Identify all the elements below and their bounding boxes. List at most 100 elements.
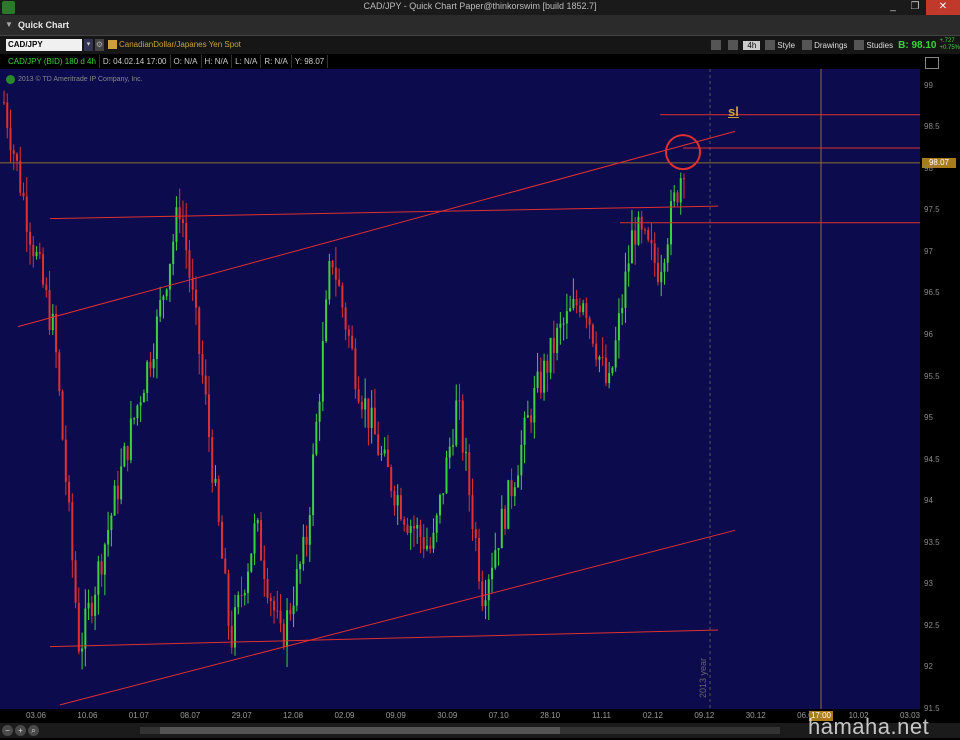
candle-body — [247, 571, 250, 593]
candle-body — [162, 296, 165, 301]
candle-body — [107, 529, 110, 545]
candle-body — [517, 475, 520, 488]
chart-canvas[interactable] — [0, 69, 920, 709]
candle-body — [136, 405, 139, 419]
candle-body — [380, 453, 383, 455]
candle-body — [660, 271, 663, 283]
candle-body — [416, 524, 419, 529]
time-tick-label: 11.11 — [592, 711, 611, 720]
candle-body — [360, 401, 363, 410]
time-tick-label: 03.06 — [25, 711, 47, 720]
candle-body — [188, 250, 191, 278]
collapse-arrow-icon[interactable]: ▼ — [5, 20, 13, 29]
symbol-settings-icon[interactable]: ⚙ — [95, 39, 104, 51]
candle-body — [575, 298, 578, 306]
candle-body — [543, 360, 546, 393]
candle-body — [129, 418, 132, 461]
candle-body — [312, 454, 315, 516]
symbol-input[interactable]: CAD/JPY — [6, 39, 82, 51]
studies-button[interactable]: Studies — [852, 40, 895, 50]
horizontal-scrollbar[interactable] — [140, 727, 780, 734]
candle-body — [491, 567, 494, 580]
scrollbar-thumb[interactable] — [160, 727, 560, 734]
price-tick-label: 97.5 — [924, 205, 940, 215]
currency-flag-icon — [108, 40, 117, 49]
candle-body — [377, 434, 380, 455]
candle-body — [185, 223, 188, 251]
timeframe-selector[interactable]: 4h — [743, 40, 761, 50]
candle-body — [194, 289, 197, 308]
candle-body — [471, 495, 474, 530]
candle-body — [6, 102, 9, 128]
symbol-description: CanadianDollar/Japanes Yen Spot — [119, 40, 241, 49]
candle-body — [35, 252, 38, 257]
price-axis[interactable]: 98.07 99 98.5 98 97.5 97 96.5 96 95.5 95 94.5 94 93… — [920, 69, 960, 713]
candle-body — [425, 545, 428, 550]
candle-body — [12, 150, 15, 154]
candle-body — [276, 610, 279, 612]
candle-body — [630, 230, 633, 264]
year-divider-label: 2013 year — [698, 657, 708, 698]
candle-body — [455, 400, 458, 446]
info-high: H: N/A — [202, 55, 233, 68]
candle-body — [68, 481, 71, 503]
candle-body — [152, 359, 155, 369]
close-button[interactable]: ✕ — [926, 0, 960, 15]
candle-body — [484, 600, 487, 607]
candle-body — [243, 592, 246, 596]
candle-body — [347, 329, 350, 336]
panel-header: ▼ Quick Chart — [0, 15, 960, 36]
candle-body — [526, 415, 529, 418]
candle-body — [442, 493, 445, 495]
candle-body — [266, 579, 269, 598]
trend-line — [59, 529, 736, 706]
style-button[interactable]: Style — [763, 40, 797, 50]
candle-body — [591, 324, 594, 344]
candle-body — [373, 407, 376, 435]
symbol-dropdown-icon[interactable]: ▾ — [84, 39, 93, 51]
candle-body — [608, 373, 611, 384]
candle-body — [364, 398, 367, 410]
candle-body — [679, 178, 682, 203]
candle-body — [351, 335, 354, 349]
candle-body — [149, 361, 152, 369]
candle-body — [578, 305, 581, 313]
zoom-out-button[interactable]: − — [2, 725, 13, 736]
candle-body — [211, 437, 214, 483]
minimize-button[interactable]: _ — [882, 0, 904, 15]
tda-logo-icon — [6, 75, 15, 84]
price-chart[interactable] — [0, 69, 920, 709]
candle-body — [500, 508, 503, 549]
candle-body — [611, 367, 614, 374]
time-tick-label: 30.09 — [437, 711, 458, 720]
maximize-button[interactable]: ❐ — [904, 0, 926, 15]
candle-body — [513, 487, 516, 497]
window-title: CAD/JPY - Quick Chart Paper@thinkorswim … — [363, 1, 597, 11]
candle-body — [318, 401, 321, 422]
candle-body — [113, 485, 116, 516]
candle-body — [624, 271, 627, 308]
candle-body — [71, 502, 74, 561]
candle-body — [110, 515, 113, 530]
price-tick-label: 95 — [924, 413, 933, 423]
window-titlebar: CAD/JPY - Quick Chart Paper@thinkorswim … — [0, 0, 960, 15]
candle-body — [123, 446, 126, 467]
drawings-button[interactable]: Drawings — [800, 40, 849, 50]
price-change: +.727 +0.75% — [939, 38, 960, 51]
candle-body — [656, 262, 659, 283]
candle-body — [604, 357, 607, 384]
tools-button[interactable] — [726, 40, 740, 50]
candle-body — [399, 495, 402, 520]
candle-body — [520, 444, 523, 476]
candle-body — [406, 524, 409, 533]
candle-body — [120, 466, 123, 500]
zoom-in-button[interactable]: + — [15, 725, 26, 736]
candle-body — [172, 241, 175, 265]
share-button[interactable] — [709, 40, 723, 50]
search-button[interactable]: ⌕ — [28, 725, 39, 736]
time-axis[interactable]: 03.06 10.06 01.07 08.07 29.07 12.08 02.09 09.09… — [0, 709, 920, 723]
candle-body — [614, 340, 617, 368]
chart-expand-icon[interactable] — [925, 57, 939, 69]
candle-body — [48, 290, 51, 331]
time-tick-label: 02.12 — [642, 711, 663, 720]
